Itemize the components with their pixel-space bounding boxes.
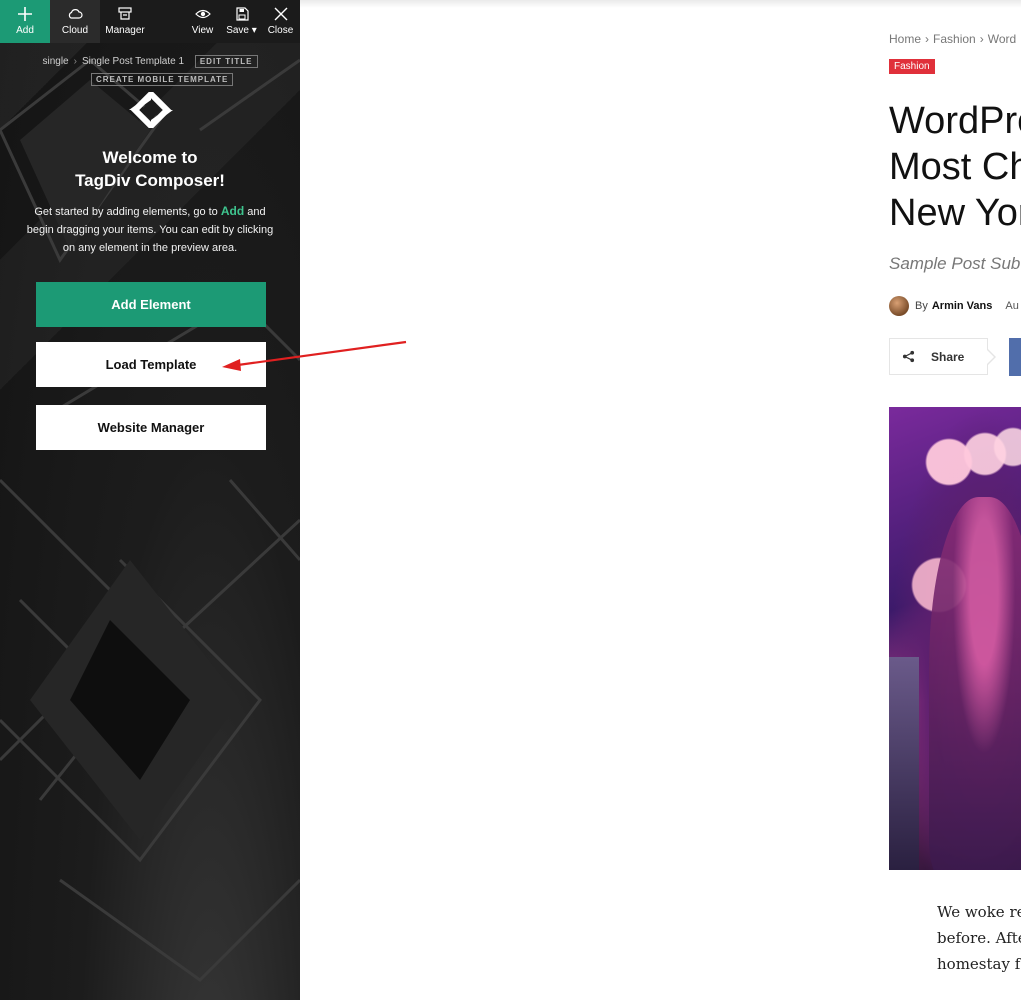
preview-top-shadow — [300, 0, 1021, 8]
view-label: View — [191, 25, 214, 36]
save-button[interactable]: Save ▾ — [222, 0, 261, 43]
facebook-share-button[interactable] — [1009, 338, 1021, 376]
welcome-heading: Welcome to TagDiv Composer! — [0, 146, 300, 192]
composer-panel: Add Cloud Manager View Save ▾ Close sing… — [0, 0, 300, 1000]
author-name[interactable]: Armin Vans — [932, 300, 993, 312]
template-breadcrumb: single › Single Post Template 1 EDIT TITLE — [0, 55, 300, 68]
post-content-line: homestay f — [937, 955, 1021, 973]
breadcrumb-template-name: Single Post Template 1 — [81, 56, 185, 68]
breadcrumb-home-link[interactable]: Home — [889, 32, 921, 46]
author-by-label: By — [915, 300, 928, 312]
manager-label: Manager — [105, 25, 145, 36]
share-label: Share — [931, 349, 965, 364]
share-tooltip-arrow — [986, 348, 996, 366]
composer-toolbar: Add Cloud Manager View Save ▾ Close — [0, 0, 300, 43]
post-content-line: We woke re — [937, 903, 1021, 921]
category-badge[interactable]: Fashion — [889, 59, 935, 74]
image-person-left — [889, 657, 919, 870]
featured-image[interactable] — [889, 407, 1021, 870]
intro-add-link[interactable]: Add — [221, 204, 244, 218]
view-button[interactable]: View — [183, 0, 222, 43]
welcome-line2: TagDiv Composer! — [75, 171, 225, 190]
save-icon — [235, 7, 249, 21]
cloud-button[interactable]: Cloud — [50, 0, 100, 43]
post-author-meta[interactable]: By Armin Vans Au — [889, 296, 1019, 316]
create-mobile-template-button[interactable]: CREATE MOBILE TEMPLATE — [91, 73, 234, 86]
share-button[interactable]: Share — [889, 338, 988, 375]
breadcrumb-separator: › — [73, 56, 77, 68]
post-date: Au — [1005, 300, 1019, 312]
close-label: Close — [267, 25, 294, 36]
post-title-line: Most Ch — [889, 146, 1021, 188]
intro-text-before: Get started by adding elements, go to — [34, 206, 221, 218]
load-template-button[interactable]: Load Template — [36, 342, 266, 387]
post-title-line: WordPre — [889, 100, 1021, 142]
image-person-main — [929, 497, 1021, 870]
post-content[interactable]: We woke re before. Afte homestay f — [937, 899, 1021, 977]
cloud-icon — [68, 9, 83, 19]
add-button[interactable]: Add — [0, 0, 50, 43]
welcome-intro-text: Get started by adding elements, go to Ad… — [24, 202, 276, 257]
add-label: Add — [16, 25, 34, 36]
post-title[interactable]: WordPre Most Ch New Yor — [889, 98, 1021, 236]
save-label: Save ▾ — [226, 25, 257, 36]
manager-button[interactable]: Manager — [100, 0, 150, 43]
website-manager-button[interactable]: Website Manager — [36, 405, 266, 450]
tagdiv-logo-icon — [129, 92, 173, 128]
close-icon — [274, 7, 287, 21]
breadcrumb-fashion-link[interactable]: Fashion — [933, 32, 976, 46]
edit-title-button[interactable]: EDIT TITLE — [194, 55, 258, 68]
breadcrumb-separator: › — [979, 32, 984, 46]
manager-icon — [118, 7, 132, 20]
breadcrumb-separator: › — [925, 32, 930, 46]
plus-icon — [18, 7, 32, 21]
close-button[interactable]: Close — [261, 0, 300, 43]
post-subtitle[interactable]: Sample Post Sub — [889, 254, 1020, 274]
post-breadcrumb: Home › Fashion › Word — [889, 32, 1016, 46]
welcome-line1: Welcome to — [102, 148, 198, 167]
cloud-label: Cloud — [61, 25, 89, 36]
breadcrumb-current: Word — [987, 32, 1017, 46]
post-content-line: before. Afte — [937, 929, 1021, 947]
post-title-line: New Yor — [889, 192, 1021, 234]
eye-icon — [194, 9, 211, 19]
breadcrumb-single: single — [42, 56, 69, 68]
avatar — [889, 296, 909, 316]
share-icon — [902, 350, 915, 363]
add-element-button[interactable]: Add Element — [36, 282, 266, 327]
